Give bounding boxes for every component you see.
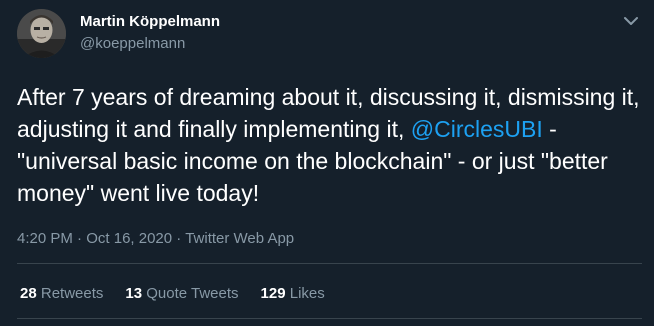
- likes-stat[interactable]: 129 Likes: [261, 285, 325, 302]
- tweet-text: After 7 years of dreaming about it, disc…: [17, 81, 642, 209]
- tweet-menu-button[interactable]: [620, 10, 642, 32]
- chevron-down-icon: [624, 17, 638, 25]
- profile-photo-icon: [17, 9, 66, 58]
- likes-label: Likes: [289, 285, 325, 302]
- retweets-label: Retweets: [40, 285, 104, 302]
- meta-separator: ·: [72, 230, 87, 247]
- engagement-stats: 28 Retweets 13 Quote Tweets 129 Likes: [20, 285, 325, 302]
- display-name[interactable]: Martin Köppelmann: [80, 13, 220, 30]
- retweets-stat[interactable]: 28 Retweets: [20, 285, 103, 302]
- tweet-date[interactable]: Oct 16, 2020: [86, 230, 172, 247]
- quote-tweets-count: 13: [125, 285, 143, 302]
- tweet-meta: 4:20 PM · Oct 16, 2020 · Twitter Web App: [17, 230, 294, 247]
- quote-tweets-label: Quote Tweets: [146, 285, 239, 302]
- tweet-time[interactable]: 4:20 PM: [17, 230, 73, 247]
- likes-count: 129: [260, 285, 286, 302]
- meta-separator: ·: [172, 230, 186, 247]
- tweet-source[interactable]: Twitter Web App: [185, 230, 294, 247]
- divider: [17, 318, 642, 319]
- tweet-card: Martin Köppelmann @koeppelmann After 7 y…: [0, 0, 654, 326]
- mention-link[interactable]: @CirclesUBI: [411, 116, 543, 142]
- avatar[interactable]: [17, 9, 66, 58]
- divider: [17, 263, 642, 264]
- username[interactable]: @koeppelmann: [80, 35, 185, 52]
- retweets-count: 28: [20, 285, 37, 302]
- quote-tweets-stat[interactable]: 13 Quote Tweets: [125, 285, 238, 302]
